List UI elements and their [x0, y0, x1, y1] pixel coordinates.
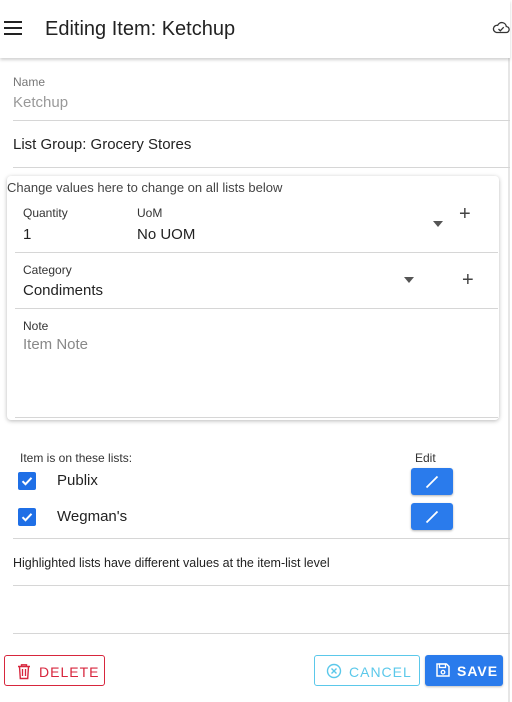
uom-label: UoM: [137, 206, 163, 220]
uom-select[interactable]: No UOM: [137, 226, 195, 243]
save-label: SAVE: [457, 663, 499, 679]
check-icon: [21, 513, 33, 522]
page-title: Editing Item: Ketchup: [45, 18, 236, 40]
list-item-publix: Publix: [57, 472, 98, 489]
save-disk-icon: [436, 663, 450, 677]
delete-label: DELETE: [39, 664, 100, 680]
pencil-icon: [425, 510, 439, 524]
check-icon: [21, 477, 33, 486]
divider: [13, 120, 510, 121]
add-category-button[interactable]: +: [462, 270, 474, 290]
lists-header: Item is on these lists:: [20, 451, 133, 465]
divider: [15, 308, 498, 309]
category-select[interactable]: Condiments: [23, 282, 103, 299]
pencil-icon: [425, 475, 439, 489]
category-label: Category: [23, 263, 72, 277]
quantity-label: Quantity: [23, 206, 68, 220]
highlight-note: Highlighted lists have different values …: [13, 556, 330, 570]
card-hint: Change values here to change on all list…: [7, 180, 283, 195]
divider: [13, 538, 510, 539]
cancel-circle-icon: [326, 663, 342, 679]
list-item-wegmans: Wegman's: [57, 508, 128, 525]
divider: [15, 252, 498, 253]
divider: [13, 585, 510, 586]
delete-button[interactable]: DELETE: [4, 655, 105, 686]
app: Editing Item: Ketchup Name Ketchup List …: [0, 0, 510, 702]
list-group-label: List Group: Grocery Stores: [13, 136, 192, 153]
note-textarea[interactable]: Item Note: [23, 336, 88, 353]
shared-values-card: Change values here to change on all list…: [7, 176, 499, 420]
wegmans-checkbox[interactable]: [18, 508, 36, 526]
add-uom-button[interactable]: +: [459, 204, 471, 224]
cancel-button[interactable]: CANCEL: [314, 655, 420, 686]
cancel-label: CANCEL: [349, 664, 412, 680]
chevron-down-icon[interactable]: [433, 221, 443, 227]
edit-publix-button[interactable]: [411, 468, 453, 495]
save-button[interactable]: SAVE: [425, 655, 503, 686]
toolbar: Editing Item: Ketchup: [0, 0, 510, 58]
quantity-input[interactable]: 1: [23, 226, 31, 243]
hamburger-menu-icon[interactable]: [4, 17, 24, 37]
cloud-sync-icon[interactable]: [492, 20, 510, 34]
name-label: Name: [13, 75, 46, 89]
trash-icon: [18, 664, 30, 680]
note-label: Note: [23, 319, 49, 333]
name-input[interactable]: Ketchup: [13, 94, 68, 111]
chevron-down-icon[interactable]: [404, 277, 414, 283]
divider: [15, 417, 498, 418]
publix-checkbox[interactable]: [18, 472, 36, 490]
edit-column-header: Edit: [415, 451, 436, 465]
divider: [13, 633, 510, 634]
divider: [13, 167, 510, 168]
edit-wegmans-button[interactable]: [411, 503, 453, 530]
